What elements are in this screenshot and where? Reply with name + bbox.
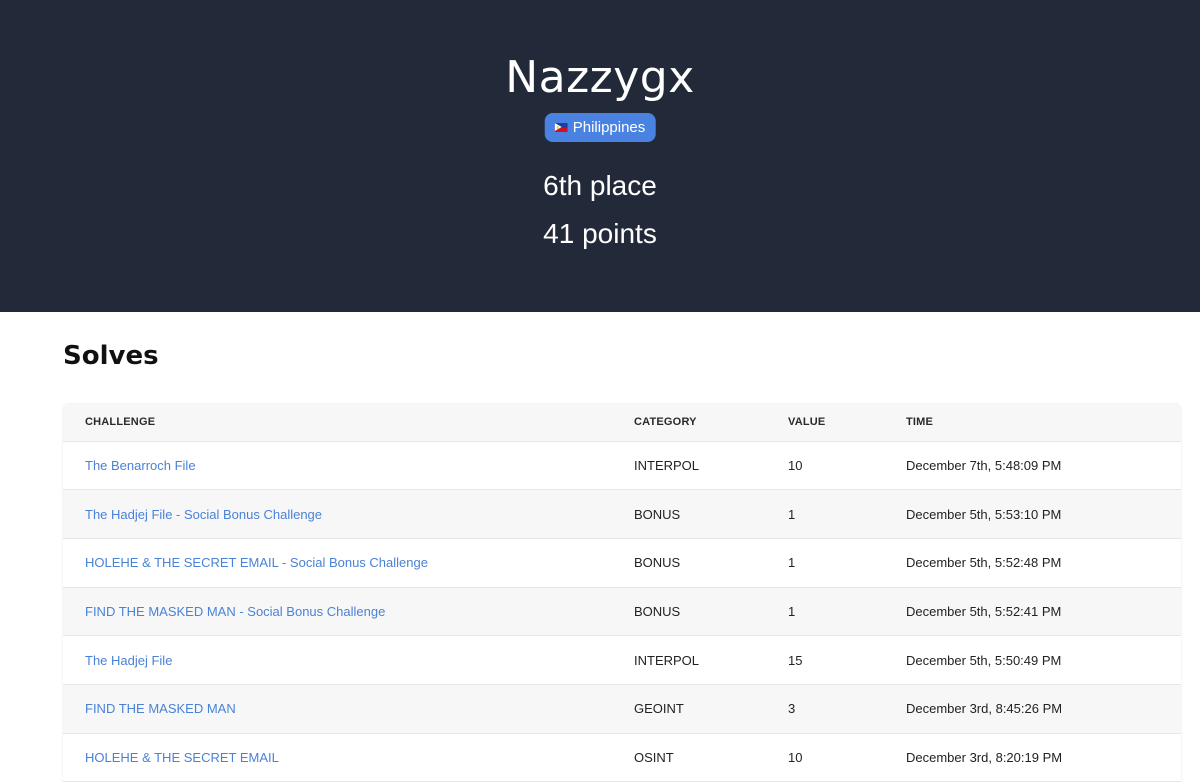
- challenge-link[interactable]: The Benarroch File: [85, 458, 196, 473]
- team-name: Nazzygx: [505, 52, 695, 103]
- challenge-link[interactable]: FIND THE MASKED MAN - Social Bonus Chall…: [85, 604, 385, 619]
- solve-time: December 5th, 5:52:41 PM: [906, 603, 1062, 619]
- team-points: 41 points: [543, 218, 657, 249]
- column-header-value: VALUE: [788, 404, 906, 442]
- challenge-link[interactable]: FIND THE MASKED MAN: [85, 701, 236, 716]
- challenge-value: 10: [788, 749, 803, 765]
- table-row: FIND THE MASKED MAN - Social Bonus Chall…: [63, 587, 1181, 636]
- challenge-value: 1: [788, 603, 796, 619]
- table-row: FIND THE MASKED MAN GEOINT 3 December 3r…: [63, 684, 1181, 734]
- challenge-link[interactable]: The Hadjej File - Social Bonus Challenge: [85, 507, 322, 522]
- solves-title: Solves: [63, 341, 159, 371]
- solve-time: December 5th, 5:50:49 PM: [906, 652, 1062, 668]
- country-badge: Philippines: [544, 113, 656, 142]
- team-header: Nazzygx Philippines 6th place 41 points: [0, 0, 1200, 312]
- solve-time: December 7th, 5:48:09 PM: [906, 457, 1062, 473]
- table-row: HOLEHE & THE SECRET EMAIL OSINT 10 Decem…: [63, 733, 1181, 782]
- solves-table-container: CHALLENGE CATEGORY VALUE TIME The Benarr…: [63, 404, 1181, 782]
- challenge-link[interactable]: HOLEHE & THE SECRET EMAIL: [85, 750, 279, 765]
- solve-time: December 5th, 5:52:48 PM: [906, 555, 1062, 571]
- table-row: HOLEHE & THE SECRET EMAIL - Social Bonus…: [63, 538, 1181, 588]
- challenge-link[interactable]: HOLEHE & THE SECRET EMAIL - Social Bonus…: [85, 555, 428, 570]
- column-header-time: TIME: [906, 404, 1181, 442]
- table-row: The Hadjej File INTERPOL 15 December 5th…: [63, 635, 1181, 685]
- challenge-category: BONUS: [634, 603, 681, 619]
- table-header-row: CHALLENGE CATEGORY VALUE TIME: [63, 404, 1181, 442]
- challenge-category: OSINT: [634, 749, 674, 765]
- challenge-category: GEOINT: [634, 701, 684, 717]
- challenge-category: BONUS: [634, 506, 681, 522]
- column-header-category: CATEGORY: [634, 404, 788, 442]
- challenge-category: BONUS: [634, 555, 681, 571]
- solve-time: December 5th, 5:53:10 PM: [906, 506, 1062, 522]
- table-row: The Benarroch File INTERPOL 10 December …: [63, 441, 1181, 490]
- table-row: The Hadjej File - Social Bonus Challenge…: [63, 489, 1181, 539]
- solve-time: December 3rd, 8:20:19 PM: [906, 749, 1063, 765]
- challenge-link[interactable]: The Hadjej File: [85, 653, 172, 668]
- challenge-value: 3: [788, 701, 796, 717]
- challenge-category: INTERPOL: [634, 457, 700, 473]
- column-header-challenge: CHALLENGE: [63, 404, 634, 442]
- solves-table: CHALLENGE CATEGORY VALUE TIME The Benarr…: [63, 404, 1181, 782]
- challenge-value: 1: [788, 506, 796, 522]
- philippines-flag-icon: [554, 123, 568, 132]
- challenge-category: INTERPOL: [634, 652, 700, 668]
- challenge-value: 10: [788, 457, 803, 473]
- challenge-value: 15: [788, 652, 803, 668]
- team-place: 6th place: [543, 170, 657, 201]
- solve-time: December 3rd, 8:45:26 PM: [906, 701, 1063, 717]
- country-label: Philippines: [572, 119, 646, 136]
- challenge-value: 1: [788, 555, 796, 571]
